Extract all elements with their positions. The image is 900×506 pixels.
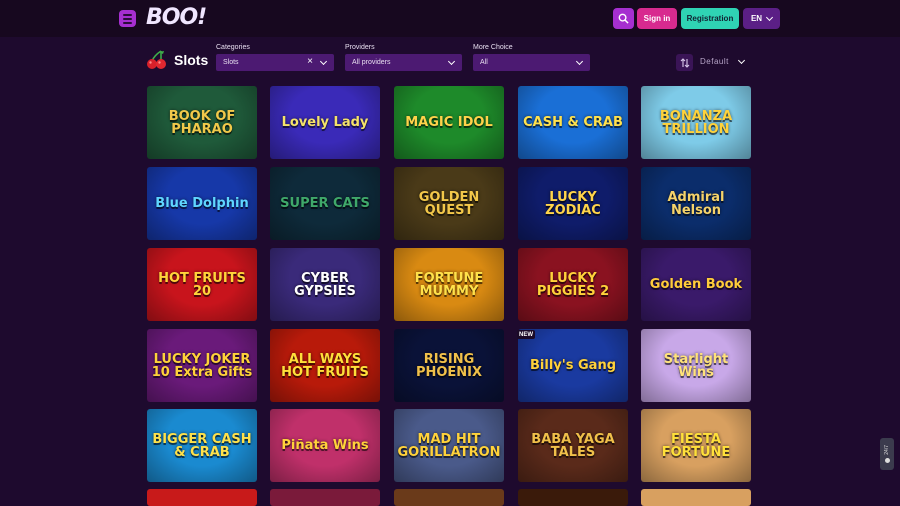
- more-choice-filter: More Choice All: [473, 44, 590, 71]
- game-title: HOT FRUITS 20: [158, 270, 246, 299]
- chevron-down-icon: [766, 13, 774, 21]
- game-tile[interactable]: FIESTA FORTUNE: [641, 409, 751, 482]
- game-tile[interactable]: CASH & CRAB: [518, 86, 628, 159]
- game-tile[interactable]: Starlight Wins: [641, 329, 751, 402]
- game-title: Piñata Wins: [281, 438, 369, 453]
- providers-value: All providers: [352, 59, 391, 66]
- game-tile[interactable]: LUCKY PIGGIES 2: [518, 248, 628, 321]
- page-title-label: Slots: [174, 52, 209, 68]
- categories-label: Categories: [216, 44, 250, 51]
- game-tile[interactable]: SUPER CATS: [270, 167, 380, 240]
- game-title: RISING PHOENIX: [415, 351, 483, 380]
- search-icon: [618, 13, 629, 24]
- site-logo[interactable]: BOO!: [146, 5, 207, 31]
- chevron-down-icon: [447, 57, 456, 66]
- sort-select[interactable]: Default: [700, 57, 729, 66]
- categories-filter: Categories Slots ×: [216, 44, 334, 71]
- providers-label: Providers: [345, 44, 375, 51]
- game-tile[interactable]: Golden Book: [641, 248, 751, 321]
- more-choice-select[interactable]: All: [473, 54, 590, 71]
- search-button[interactable]: [613, 8, 634, 29]
- game-tile[interactable]: RISING PHOENIX: [394, 329, 504, 402]
- game-title: SUPER CATS: [280, 196, 370, 211]
- game-title: GOLDEN QUEST: [418, 189, 480, 218]
- game-tile[interactable]: [641, 489, 751, 506]
- game-title: BOOK OF PHARAO: [168, 108, 236, 137]
- game-title: Admiral Nelson: [667, 189, 725, 218]
- chevron-down-icon: [575, 57, 584, 66]
- game-title: BABA YAGA TALES: [531, 431, 615, 460]
- game-tile[interactable]: BIGGER CASH & CRAB: [147, 409, 257, 482]
- game-tile[interactable]: LUCKY JOKER 10 Extra Gifts: [147, 329, 257, 402]
- sort-arrows-icon: [680, 57, 689, 68]
- game-tile[interactable]: HOT FRUITS 20: [147, 248, 257, 321]
- game-title: Golden Book: [649, 277, 743, 292]
- game-title: ALL WAYS HOT FRUITS: [281, 351, 369, 380]
- more-choice-value: All: [480, 59, 488, 66]
- game-title: Lovely Lady: [281, 115, 369, 130]
- registration-button[interactable]: Registration: [681, 8, 739, 29]
- game-tile[interactable]: MAD HIT GORILLATRON: [394, 409, 504, 482]
- top-bar: BOO! Sign in Registration EN: [0, 0, 900, 37]
- game-title: LUCKY JOKER 10 Extra Gifts: [151, 351, 253, 380]
- page-title: Slots: [146, 50, 208, 70]
- game-title: BIGGER CASH & CRAB: [152, 431, 252, 460]
- cherries-icon: [147, 50, 166, 69]
- game-tile[interactable]: BOOK OF PHARAO: [147, 86, 257, 159]
- new-badge: NEW: [517, 330, 535, 339]
- game-tile[interactable]: FORTUNE MUMMY: [394, 248, 504, 321]
- live-chat-button[interactable]: 24/7: [880, 438, 894, 470]
- game-tile[interactable]: BABA YAGA TALES: [518, 409, 628, 482]
- providers-select[interactable]: All providers: [345, 54, 462, 71]
- game-title: MAD HIT GORILLATRON: [397, 431, 501, 460]
- game-title: CASH & CRAB: [523, 115, 623, 130]
- game-tile[interactable]: ALL WAYS HOT FRUITS: [270, 329, 380, 402]
- game-title: CYBER GYPSIES: [294, 270, 356, 299]
- signin-button[interactable]: Sign in: [637, 8, 677, 29]
- game-title: Billy's Gang: [530, 358, 616, 373]
- game-tile[interactable]: LUCKY ZODIAC: [518, 167, 628, 240]
- categories-value: Slots: [223, 59, 239, 66]
- game-title: LUCKY ZODIAC: [545, 189, 601, 218]
- chat-label: 24/7: [884, 445, 890, 455]
- game-tile[interactable]: BONANZA TRILLION: [641, 86, 751, 159]
- clear-icon[interactable]: ×: [307, 56, 313, 67]
- chat-icon: [884, 457, 890, 463]
- game-title: Blue Dolphin: [155, 196, 249, 211]
- game-tile[interactable]: MAGIC IDOL: [394, 86, 504, 159]
- chevron-down-icon[interactable]: [737, 56, 746, 65]
- sort-order-button[interactable]: [676, 54, 693, 71]
- game-title: FORTUNE MUMMY: [414, 270, 484, 299]
- menu-icon[interactable]: [119, 10, 136, 27]
- language-select[interactable]: EN: [743, 8, 780, 29]
- game-tile[interactable]: [270, 489, 380, 506]
- game-tile[interactable]: [518, 489, 628, 506]
- game-tile[interactable]: [147, 489, 257, 506]
- game-title: FIESTA FORTUNE: [661, 431, 731, 460]
- more-choice-label: More Choice: [473, 44, 513, 51]
- game-tile[interactable]: Piñata Wins: [270, 409, 380, 482]
- game-title: BONANZA TRILLION: [659, 108, 733, 137]
- game-tile[interactable]: [394, 489, 504, 506]
- game-title: MAGIC IDOL: [405, 115, 493, 130]
- providers-filter: Providers All providers: [345, 44, 462, 71]
- game-tile[interactable]: Lovely Lady: [270, 86, 380, 159]
- game-tile[interactable]: Blue Dolphin: [147, 167, 257, 240]
- game-tile[interactable]: Billy's Gang: [518, 329, 628, 402]
- chevron-down-icon: [319, 57, 328, 66]
- categories-select[interactable]: Slots ×: [216, 54, 334, 71]
- language-value: EN: [750, 14, 763, 23]
- game-tile[interactable]: GOLDEN QUEST: [394, 167, 504, 240]
- game-tile[interactable]: CYBER GYPSIES: [270, 248, 380, 321]
- game-title: LUCKY PIGGIES 2: [536, 270, 610, 299]
- game-tile[interactable]: Admiral Nelson: [641, 167, 751, 240]
- game-title: Starlight Wins: [663, 351, 729, 380]
